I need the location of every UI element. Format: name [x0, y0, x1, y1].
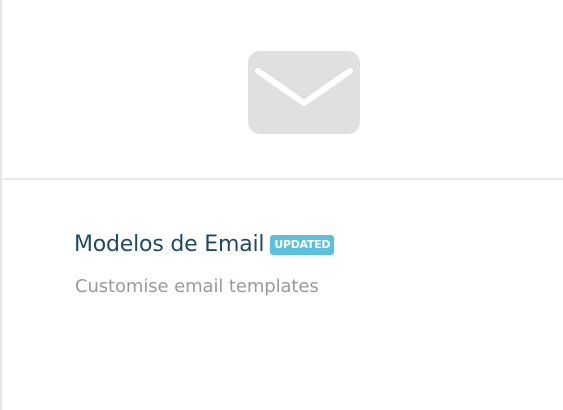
- updated-badge: UPDATED: [270, 234, 335, 255]
- card-description: Customise email templates: [75, 276, 319, 297]
- email-templates-card[interactable]: Modelos de Email UPDATED Customise email…: [0, 0, 563, 410]
- envelope-icon: [248, 51, 360, 134]
- card-divider: [2, 178, 563, 180]
- card-title[interactable]: Modelos de Email: [74, 232, 265, 257]
- card-title-row: Modelos de Email UPDATED: [74, 228, 335, 260]
- card-icon-area: [2, 0, 563, 178]
